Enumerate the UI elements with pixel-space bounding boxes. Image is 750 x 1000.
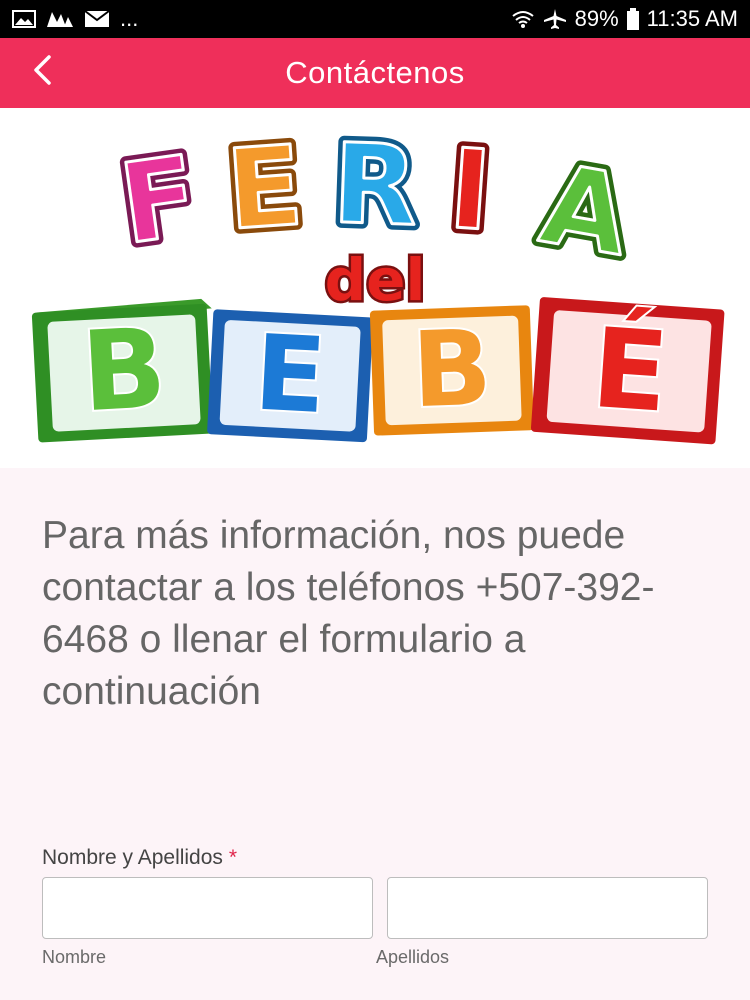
logo-block-letter-e2: É bbox=[588, 303, 672, 437]
logo-block-blue: E bbox=[207, 309, 374, 443]
logo-blocks: B E B É bbox=[31, 297, 725, 445]
battery-icon bbox=[626, 8, 639, 30]
back-button[interactable] bbox=[22, 52, 62, 92]
battery-percent: 89% bbox=[574, 6, 619, 31]
status-left: ... bbox=[12, 6, 138, 32]
app-bar: Contáctenos bbox=[0, 38, 750, 108]
logo-word-del: del bbox=[325, 246, 426, 314]
chevron-left-icon bbox=[30, 53, 54, 92]
logo-block-letter-b1: B bbox=[79, 304, 169, 436]
logo-letter-i-outline: I bbox=[445, 125, 495, 256]
contact-content: Para más información, nos puede contacta… bbox=[0, 468, 750, 1000]
name-label-text: Nombre y Apellidos bbox=[42, 846, 223, 869]
page-title: Contáctenos bbox=[285, 55, 465, 90]
gallery-icon bbox=[12, 9, 36, 29]
first-name-input[interactable] bbox=[42, 877, 373, 939]
logo-block-orange: B bbox=[369, 305, 534, 436]
wifi-icon bbox=[511, 9, 535, 29]
first-name-caption: Nombre bbox=[42, 947, 107, 967]
last-name-caption: Apellidos bbox=[376, 947, 450, 967]
name-field-label: Nombre y Apellidos * bbox=[42, 846, 237, 870]
required-marker: * bbox=[228, 846, 238, 869]
airplane-icon bbox=[543, 8, 567, 30]
contact-intro-text: Para más información, nos puede contacta… bbox=[42, 514, 655, 713]
logo-block-red: É bbox=[530, 297, 725, 445]
logo-block-green: B bbox=[31, 298, 214, 443]
logo-letter-f-outline: F bbox=[113, 131, 205, 268]
last-name-input[interactable] bbox=[387, 877, 708, 939]
more-notifications-indicator: ... bbox=[120, 6, 139, 31]
logo-block-letter-b2: B bbox=[410, 307, 493, 432]
logo-letter-r-outline: R bbox=[331, 120, 420, 251]
logo-block-letter-e1: E bbox=[252, 311, 329, 437]
status-bar: ... 89% 11:35 AM bbox=[0, 0, 750, 38]
app-icon bbox=[46, 9, 74, 29]
clock: 11:35 AM bbox=[646, 6, 738, 31]
status-right: 89% 11:35 AM bbox=[511, 6, 738, 32]
mail-icon bbox=[84, 9, 110, 29]
logo-letter-e-outline: E bbox=[223, 122, 307, 255]
feria-del-bebe-banner: F F E E R R I I A A del B E B É bbox=[0, 108, 750, 468]
logo-letter-a-outline: A bbox=[532, 140, 638, 281]
feria-del-bebe-logo: F F E E R R I I A A del B E B É bbox=[31, 114, 725, 445]
